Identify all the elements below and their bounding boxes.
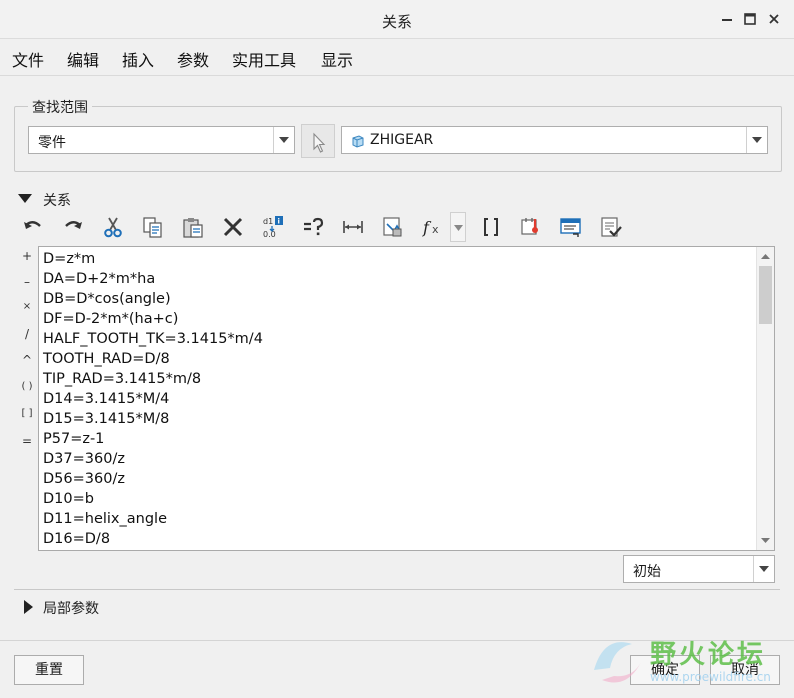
relation-line[interactable]: D56=360/z: [43, 471, 125, 487]
menu-display[interactable]: 显示: [321, 47, 353, 71]
evaluate-icon[interactable]: [298, 212, 328, 242]
svg-text:f: f: [422, 218, 432, 237]
title-bar: 关系: [0, 0, 794, 39]
lookup-model-select[interactable]: ZHIGEAR: [341, 126, 768, 154]
relation-line[interactable]: D11=helix_angle: [43, 511, 167, 527]
operator-equals[interactable]: =: [18, 434, 36, 448]
insert-feature-icon[interactable]: [556, 212, 586, 242]
menu-edit[interactable]: 编辑: [67, 47, 99, 71]
measure-icon[interactable]: [338, 212, 368, 242]
relation-mode-value: 初始: [633, 564, 661, 580]
brackets-icon[interactable]: [476, 212, 506, 242]
relation-mode-select[interactable]: 初始: [623, 555, 775, 583]
operator-parentheses[interactable]: ( ): [18, 381, 36, 392]
relation-line[interactable]: DA=D+2*m*ha: [43, 271, 155, 287]
relation-line[interactable]: D=z*m: [43, 251, 95, 267]
menu-bar: 文件 编辑 插入 参数 实用工具 显示: [0, 39, 794, 76]
svg-text:d1: d1: [263, 217, 273, 226]
undo-icon[interactable]: [18, 212, 48, 242]
relation-line[interactable]: D37=360/z: [43, 451, 125, 467]
function-dropdown[interactable]: [450, 212, 466, 242]
svg-text:0.0: 0.0: [263, 230, 276, 239]
relation-line[interactable]: D10=b: [43, 491, 94, 507]
cancel-button[interactable]: 取消: [710, 655, 780, 685]
operator-divide[interactable]: /: [18, 327, 36, 341]
menu-parameters[interactable]: 参数: [177, 47, 209, 71]
chevron-down-icon[interactable]: [753, 556, 774, 582]
lookup-type-value: 零件: [38, 135, 66, 151]
section-divider: [14, 589, 780, 590]
relation-line[interactable]: TIP_RAD=3.1415*m/8: [43, 371, 201, 387]
operator-multiply[interactable]: ×: [18, 301, 36, 312]
local-params-label: 局部参数: [43, 601, 99, 617]
operator-minus[interactable]: –: [18, 275, 36, 289]
chevron-down-icon[interactable]: [746, 127, 767, 153]
toggle-display-icon[interactable]: d1 i 0.0: [258, 212, 288, 242]
scroll-down-icon[interactable]: [760, 535, 771, 546]
function-icon[interactable]: fx: [418, 212, 448, 242]
relation-line[interactable]: P57=z-1: [43, 431, 104, 447]
relation-line[interactable]: D16=D/8: [43, 531, 110, 547]
menu-file[interactable]: 文件: [12, 47, 44, 71]
relations-section-label: 关系: [43, 193, 71, 209]
scrollbar-thumb[interactable]: [759, 266, 772, 324]
select-model-button[interactable]: [301, 124, 335, 158]
relation-line[interactable]: TOOTH_RAD=D/8: [43, 351, 170, 367]
operator-power[interactable]: ^: [18, 353, 36, 367]
footer-divider: [0, 640, 794, 641]
relation-line[interactable]: DF=D-2*m*(ha+c): [43, 311, 178, 327]
relations-toolbar: d1 i 0.0 fx: [18, 212, 658, 242]
vertical-scrollbar[interactable]: [756, 247, 774, 550]
svg-text:i: i: [278, 218, 280, 226]
svg-text:x: x: [432, 223, 439, 236]
delete-icon[interactable]: [218, 212, 248, 242]
operator-plus[interactable]: +: [18, 249, 36, 263]
ok-button[interactable]: 确定: [630, 655, 700, 685]
menu-utilities[interactable]: 实用工具: [232, 47, 296, 71]
menu-insert[interactable]: 插入: [122, 47, 154, 71]
check-icon[interactable]: [596, 212, 626, 242]
part-icon: [352, 135, 364, 148]
relation-line[interactable]: HALF_TOOTH_TK=3.1415*m/4: [43, 331, 263, 347]
minimize-icon[interactable]: [717, 9, 737, 29]
verify-icon[interactable]: [516, 212, 546, 242]
operator-brackets[interactable]: [ ]: [18, 408, 36, 419]
expand-triangle-icon[interactable]: [24, 600, 33, 614]
relation-line[interactable]: D14=3.1415*M/4: [43, 391, 169, 407]
lookup-type-select[interactable]: 零件: [28, 126, 295, 154]
copy-icon[interactable]: [138, 212, 168, 242]
scroll-up-icon[interactable]: [760, 251, 771, 262]
window-title: 关系: [381, 13, 412, 31]
redo-icon[interactable]: [58, 212, 88, 242]
relations-editor[interactable]: D=z*m DA=D+2*m*ha DB=D*cos(angle) DF=D-2…: [38, 246, 775, 551]
relation-line[interactable]: DB=D*cos(angle): [43, 291, 171, 307]
pointer-icon: [313, 132, 326, 153]
reset-button[interactable]: 重置: [14, 655, 84, 685]
collapse-triangle-icon[interactable]: [18, 194, 32, 204]
close-icon[interactable]: [764, 9, 784, 29]
paste-icon[interactable]: [178, 212, 208, 242]
maximize-icon[interactable]: [740, 9, 760, 29]
chevron-down-icon: [454, 225, 463, 231]
lookup-model-value: ZHIGEAR: [370, 132, 434, 148]
cut-icon[interactable]: [98, 212, 128, 242]
lookup-legend: 查找范围: [28, 97, 92, 117]
relation-line[interactable]: D15=3.1415*M/8: [43, 411, 169, 427]
sort-icon[interactable]: [378, 212, 408, 242]
chevron-down-icon[interactable]: [273, 127, 294, 153]
